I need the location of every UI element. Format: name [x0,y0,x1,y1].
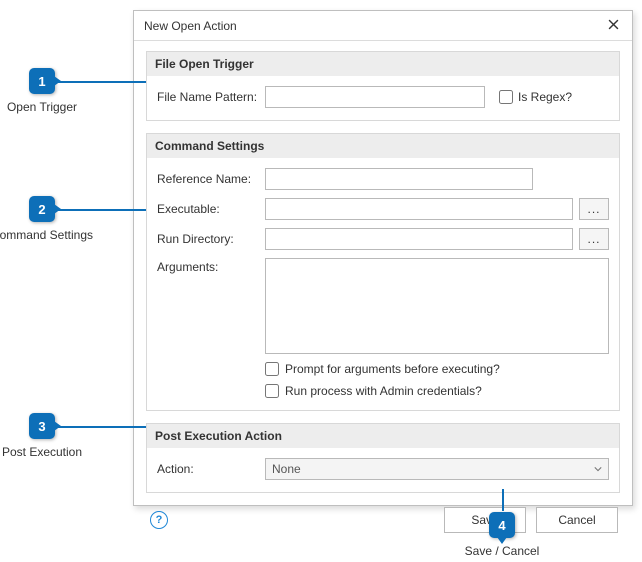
browse-executable-button[interactable]: ... [579,198,609,220]
callout-label: Post Execution [0,445,102,459]
reference-name-label: Reference Name: [157,172,265,186]
close-button[interactable] [594,11,632,41]
executable-input[interactable] [265,198,573,220]
callout-badge: 3 [29,413,55,439]
action-select-value: None [272,462,301,476]
callout-badge: 1 [29,68,55,94]
admin-credentials-option[interactable]: Run process with Admin credentials? [265,384,609,398]
is-regex-label: Is Regex? [518,90,572,104]
command-settings-group: Command Settings Reference Name: Executa… [146,133,620,411]
executable-label: Executable: [157,202,265,216]
new-open-action-dialog: New Open Action File Open Trigger File N… [133,10,633,506]
action-select[interactable]: None [265,458,609,480]
cancel-button-label: Cancel [558,513,595,527]
close-icon [608,19,619,33]
file-open-trigger-group: File Open Trigger File Name Pattern: Is … [146,51,620,121]
callout-badge: 2 [29,196,55,222]
help-icon: ? [156,514,163,526]
file-name-pattern-input[interactable] [265,86,485,108]
is-regex-checkbox[interactable] [499,90,513,104]
callout-label: Command Settings [0,228,102,242]
callout-number: 3 [38,419,45,434]
file-name-pattern-label: File Name Pattern: [157,90,265,104]
is-regex-option[interactable]: Is Regex? [499,90,572,104]
callout-label: Open Trigger [0,100,102,114]
prompt-arguments-checkbox[interactable] [265,362,279,376]
callout-label: Save / Cancel [442,544,562,558]
callout-1: 1 Open Trigger [0,68,102,114]
file-open-trigger-header: File Open Trigger [147,52,619,76]
action-label: Action: [157,462,265,476]
run-directory-input[interactable] [265,228,573,250]
callout-badge: 4 [489,512,515,538]
callout-3: 3 Post Execution [0,413,102,459]
admin-credentials-checkbox[interactable] [265,384,279,398]
command-settings-header: Command Settings [147,134,619,158]
callout-4: 4 Save / Cancel [442,512,562,558]
prompt-arguments-label: Prompt for arguments before executing? [285,362,500,376]
callout-number: 1 [38,74,45,89]
callout-2: 2 Command Settings [0,196,102,242]
browse-run-directory-button[interactable]: ... [579,228,609,250]
dialog-title: New Open Action [144,19,237,33]
post-execution-group: Post Execution Action Action: None [146,423,620,493]
dialog-titlebar: New Open Action [134,11,632,41]
callout-connector [502,489,504,511]
arguments-textarea[interactable] [265,258,609,354]
admin-credentials-label: Run process with Admin credentials? [285,384,482,398]
arguments-label: Arguments: [157,258,265,274]
dialog-content: File Open Trigger File Name Pattern: Is … [134,41,632,543]
ellipsis-icon: ... [587,202,600,216]
post-execution-header: Post Execution Action [147,424,619,448]
ellipsis-icon: ... [587,232,600,246]
prompt-arguments-option[interactable]: Prompt for arguments before executing? [265,362,609,376]
reference-name-input[interactable] [265,168,533,190]
callout-number: 2 [38,202,45,217]
help-button[interactable]: ? [150,511,168,529]
run-directory-label: Run Directory: [157,232,265,246]
callout-number: 4 [498,518,505,533]
chevron-down-icon [594,462,602,476]
